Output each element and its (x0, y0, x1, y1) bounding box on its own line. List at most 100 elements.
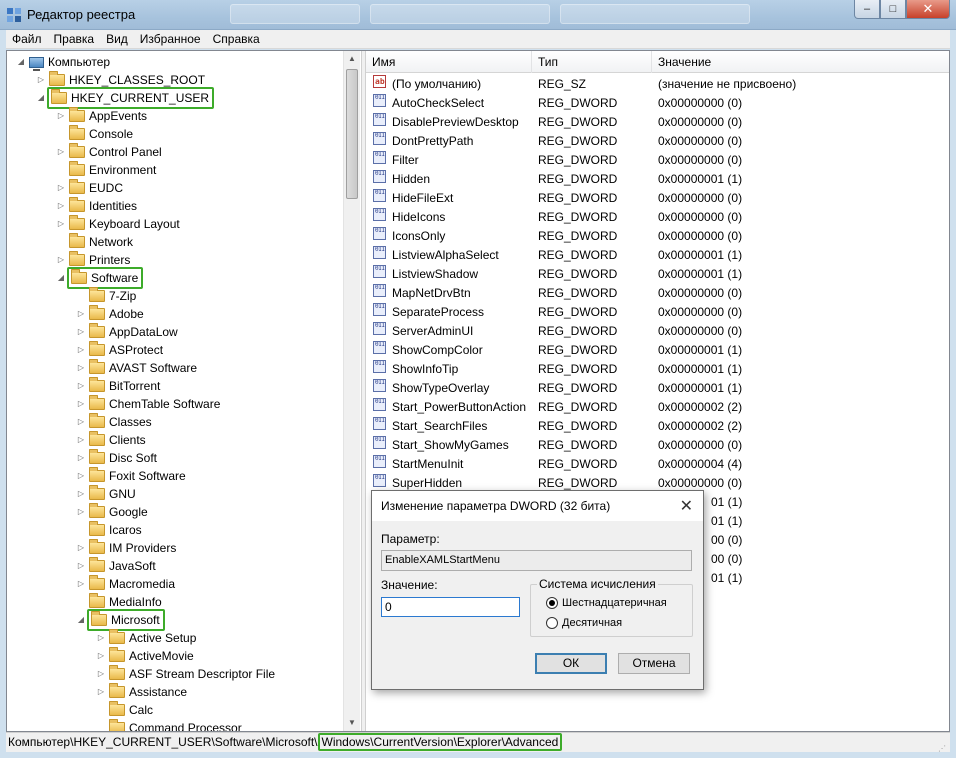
tree-item[interactable]: ▷ ASProtect (75, 341, 163, 359)
tree-item[interactable]: ▷ Classes (75, 413, 152, 431)
scrollbar-thumb[interactable] (346, 69, 358, 199)
tree-item[interactable]: Environment (55, 161, 156, 179)
list-row[interactable]: 011 110 MapNetDrvBtn REG_DWORD 0x00000000 (… (366, 284, 949, 303)
tree-item[interactable]: ▷ Disc Soft (75, 449, 157, 467)
list-row[interactable]: 011 110 AutoCheckSelect REG_DWORD 0x0000000… (366, 94, 949, 113)
close-button[interactable]: ✕ (906, 0, 950, 19)
tree-item[interactable]: Command Processor (95, 719, 242, 731)
expand-arrow-icon[interactable]: ▷ (75, 395, 87, 413)
collapse-arrow-icon[interactable]: ◢ (75, 611, 87, 629)
expand-arrow-icon[interactable]: ▷ (75, 467, 87, 485)
list-row[interactable]: 011 110 Filter REG_DWORD 0x00000000 (0) (366, 151, 949, 170)
tree-item[interactable]: Console (55, 125, 133, 143)
scroll-down-arrow-icon[interactable]: ▼ (344, 715, 360, 731)
tree-item[interactable]: ▷ AppDataLow (75, 323, 178, 341)
minimize-button[interactable]: ‒ (854, 0, 880, 19)
list-row[interactable]: 011 110 HideIcons REG_DWORD 0x00000000 (0) (366, 208, 949, 227)
expand-arrow-icon[interactable]: ▷ (55, 197, 67, 215)
radio-decimal[interactable]: Десятичная (546, 617, 622, 629)
list-row[interactable]: 011 110 ShowCompColor REG_DWORD 0x00000001 … (366, 341, 949, 360)
tree-item[interactable]: ▷ Macromedia (75, 575, 175, 593)
maximize-button[interactable]: □ (880, 0, 906, 19)
expand-arrow-icon[interactable]: ▷ (75, 557, 87, 575)
cancel-button[interactable]: Отмена (618, 653, 690, 674)
expand-arrow-icon[interactable]: ▷ (75, 539, 87, 557)
radio-button-hex[interactable] (546, 597, 558, 609)
menu-help[interactable]: Справка (207, 32, 266, 46)
expand-arrow-icon[interactable]: ▷ (75, 431, 87, 449)
collapse-arrow-icon[interactable]: ◢ (35, 89, 47, 107)
tree-item[interactable]: ◢ Microsoft (75, 609, 165, 631)
expand-arrow-icon[interactable]: ▷ (95, 665, 107, 683)
expand-arrow-icon[interactable]: ▷ (35, 71, 47, 89)
tree-item[interactable]: ▷ BitTorrent (75, 377, 160, 395)
tree-item[interactable]: ▷ ActiveMovie (95, 647, 194, 665)
expand-arrow-icon[interactable]: ▷ (95, 647, 107, 665)
expand-arrow-icon[interactable]: ▷ (55, 179, 67, 197)
tree-item[interactable]: ▷ EUDC (55, 179, 123, 197)
list-row[interactable]: 011 110 ListviewShadow REG_DWORD 0x00000001… (366, 265, 949, 284)
tree-root[interactable]: ◢ Компьютер (15, 53, 110, 71)
tree-item[interactable]: ▷ AVAST Software (75, 359, 197, 377)
list-row[interactable]: 011 110 DisablePreviewDesktop REG_DWORD 0x0… (366, 113, 949, 132)
expand-arrow-icon[interactable]: ▷ (75, 305, 87, 323)
expand-arrow-icon[interactable]: ▷ (95, 629, 107, 647)
list-row[interactable]: 011 110 ServerAdminUI REG_DWORD 0x00000000 … (366, 322, 949, 341)
tree-item[interactable]: ▷ Adobe (75, 305, 144, 323)
tree-item[interactable]: ▷ Active Setup (95, 629, 196, 647)
list-row[interactable]: ab (По умолчанию) REG_SZ (значение не присв… (366, 75, 949, 94)
tree-item[interactable]: Icaros (75, 521, 142, 539)
expand-arrow-icon[interactable]: ▷ (55, 143, 67, 161)
tree-item[interactable]: ▷ Clients (75, 431, 146, 449)
tree-item[interactable]: ▷ ChemTable Software (75, 395, 220, 413)
expand-arrow-icon[interactable]: ▷ (75, 377, 87, 395)
tree-scrollbar[interactable]: ▲ ▼ (343, 51, 360, 731)
tree-item[interactable]: ▷ Keyboard Layout (55, 215, 180, 233)
dialog-close-icon[interactable]: ✕ (680, 496, 693, 516)
expand-arrow-icon[interactable]: ▷ (75, 449, 87, 467)
expand-arrow-icon[interactable]: ▷ (55, 107, 67, 125)
menu-view[interactable]: Вид (100, 32, 134, 46)
list-row[interactable]: 011 110 Start_PowerButtonAction REG_DWORD 0… (366, 398, 949, 417)
scroll-up-arrow-icon[interactable]: ▲ (344, 51, 360, 67)
list-row[interactable]: 011 110 Start_SearchFiles REG_DWORD 0x00000… (366, 417, 949, 436)
tree-item[interactable]: ▷ Google (75, 503, 148, 521)
column-value[interactable]: Значение (652, 51, 949, 73)
expand-arrow-icon[interactable]: ▷ (55, 215, 67, 233)
list-row[interactable]: 011 110 Start_ShowMyGames REG_DWORD 0x00000… (366, 436, 949, 455)
tree-item[interactable]: ▷ Assistance (95, 683, 187, 701)
tree-item[interactable]: Network (55, 233, 133, 251)
list-row[interactable]: 011 110 DontPrettyPath REG_DWORD 0x00000000… (366, 132, 949, 151)
menu-favorites[interactable]: Избранное (134, 32, 207, 46)
tree-item[interactable]: ▷ ASF Stream Descriptor File (95, 665, 275, 683)
tree-item[interactable]: ◢ Software (55, 267, 144, 289)
list-row[interactable]: 011 110 Hidden REG_DWORD 0x00000001 (1) (366, 170, 949, 189)
tree-item[interactable]: ▷ IM Providers (75, 539, 176, 557)
value-input[interactable] (381, 597, 520, 617)
expand-arrow-icon[interactable]: ▷ (75, 323, 87, 341)
expand-arrow-icon[interactable]: ▷ (75, 341, 87, 359)
menu-file[interactable]: Файл (6, 32, 48, 46)
list-row[interactable]: 011 110 StartMenuInit REG_DWORD 0x00000004 … (366, 455, 949, 474)
tree-item[interactable]: ▷ Control Panel (55, 143, 162, 161)
list-row[interactable]: 011 110 SeparateProcess REG_DWORD 0x0000000… (366, 303, 949, 322)
column-type[interactable]: Тип (532, 51, 652, 73)
tree-item[interactable]: ◢ HKEY_CURRENT_USER (35, 87, 215, 109)
radio-hex[interactable]: Шестнадцатеричная (546, 597, 667, 609)
expand-arrow-icon[interactable]: ▷ (75, 359, 87, 377)
column-name[interactable]: Имя (366, 51, 532, 73)
collapse-arrow-icon[interactable]: ◢ (55, 269, 67, 287)
list-row[interactable]: 011 110 ListviewAlphaSelect REG_DWORD 0x000… (366, 246, 949, 265)
ok-button[interactable]: ОК (535, 653, 607, 674)
expand-arrow-icon[interactable]: ▷ (75, 503, 87, 521)
tree-item[interactable]: ▷ AppEvents (55, 107, 147, 125)
list-row[interactable]: 011 110 IconsOnly REG_DWORD 0x00000000 (0) (366, 227, 949, 246)
list-row[interactable]: 011 110 HideFileExt REG_DWORD 0x00000000 (0… (366, 189, 949, 208)
tree-item[interactable]: ▷ Foxit Software (75, 467, 186, 485)
expand-arrow-icon[interactable]: ▷ (95, 683, 107, 701)
expand-arrow-icon[interactable]: ▷ (55, 251, 67, 269)
expand-arrow-icon[interactable]: ▷ (75, 575, 87, 593)
menu-edit[interactable]: Правка (48, 32, 101, 46)
collapse-arrow-icon[interactable]: ◢ (15, 53, 27, 71)
expand-arrow-icon[interactable]: ▷ (75, 485, 87, 503)
